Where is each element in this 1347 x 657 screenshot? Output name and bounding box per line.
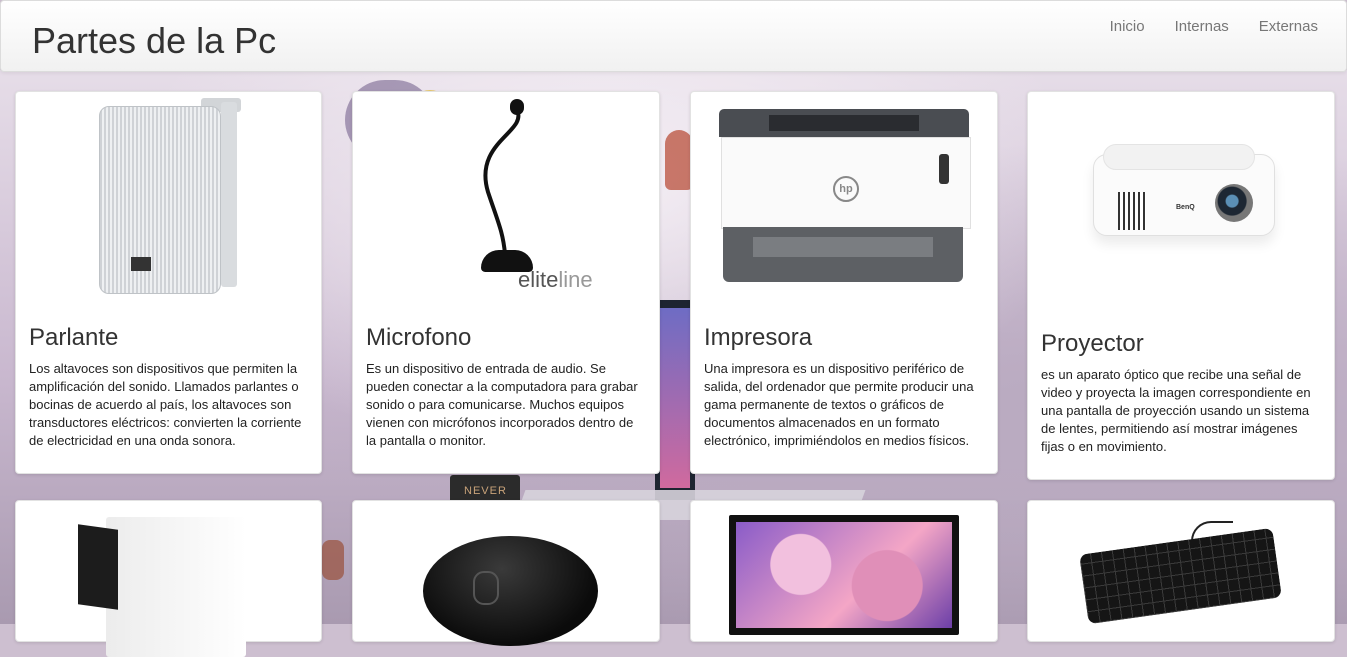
background-bottle [322, 540, 344, 580]
card-text: Los altavoces son dispositivos que permi… [29, 361, 302, 448]
projector-image: BenQ [1028, 92, 1334, 317]
card-text: Una impresora es un dispositivo periféri… [704, 361, 974, 448]
keyboard-image [1028, 501, 1334, 641]
brand-logo-light: line [558, 267, 593, 292]
hp-logo-icon: hp [833, 176, 859, 202]
computer-case [106, 517, 246, 657]
card-microfono: eliteline Microfono Es un dispositivo de… [352, 91, 660, 474]
nav-link-externas[interactable]: Externas [1259, 18, 1318, 36]
card-title: Parlante [29, 324, 119, 351]
speaker-side [221, 102, 237, 287]
speaker-logo [131, 257, 151, 271]
mouse-body [423, 536, 598, 646]
nav-link-inicio[interactable]: Inicio [1110, 18, 1145, 36]
mouse-image [353, 501, 659, 646]
card-teclado [1027, 500, 1335, 642]
projector-vent [1118, 192, 1146, 230]
card-mouse [352, 500, 660, 646]
navbar-brand[interactable]: Partes de la Pc [32, 21, 276, 61]
projector-top [1103, 144, 1255, 170]
mug-text: NEVER [464, 485, 507, 497]
monitor-screen [736, 522, 952, 628]
printer-tray [769, 115, 919, 131]
card-gabinete [15, 500, 322, 657]
brand-logo-main: elite [518, 267, 559, 292]
projector-lens [1215, 184, 1253, 222]
card-impresora: hp Impresora Una impresora es un disposi… [690, 91, 998, 474]
monitor-image [691, 501, 997, 641]
card-title: Impresora [704, 324, 813, 351]
card-monitor [690, 500, 998, 642]
computer-case-door [78, 524, 118, 610]
microphone-stand-icon [483, 109, 521, 255]
navbar: Partes de la Pc Inicio Internas Externas [0, 0, 1347, 72]
speaker-image [16, 92, 321, 312]
microphone-head [510, 99, 524, 115]
card-title: Proyector [1041, 330, 1144, 357]
background-vase [665, 130, 693, 190]
card-title: Microfono [366, 324, 472, 351]
card-text: es un aparato óptico que recibe una seña… [1041, 367, 1311, 454]
printer-output-tray [753, 237, 933, 257]
computer-case-image [16, 501, 321, 657]
mouse-wheel [473, 571, 499, 605]
speaker-grille [99, 106, 221, 294]
card-proyector: BenQ Proyector es un aparato óptico que … [1027, 91, 1335, 480]
microphone-image: eliteline [353, 92, 659, 312]
background-screen [660, 308, 690, 488]
printer-image: hp [691, 92, 997, 312]
card-parlante: Parlante Los altavoces son dispositivos … [15, 91, 322, 474]
nav-link-internas[interactable]: Internas [1175, 18, 1229, 36]
printer-panel [939, 154, 949, 184]
brand-logo: eliteline [518, 267, 593, 293]
projector-logo: BenQ [1176, 204, 1195, 211]
keyboard-body [1079, 527, 1282, 625]
card-text: Es un dispositivo de entrada de audio. S… [366, 361, 638, 448]
nav-links: Inicio Internas Externas [1110, 18, 1318, 36]
